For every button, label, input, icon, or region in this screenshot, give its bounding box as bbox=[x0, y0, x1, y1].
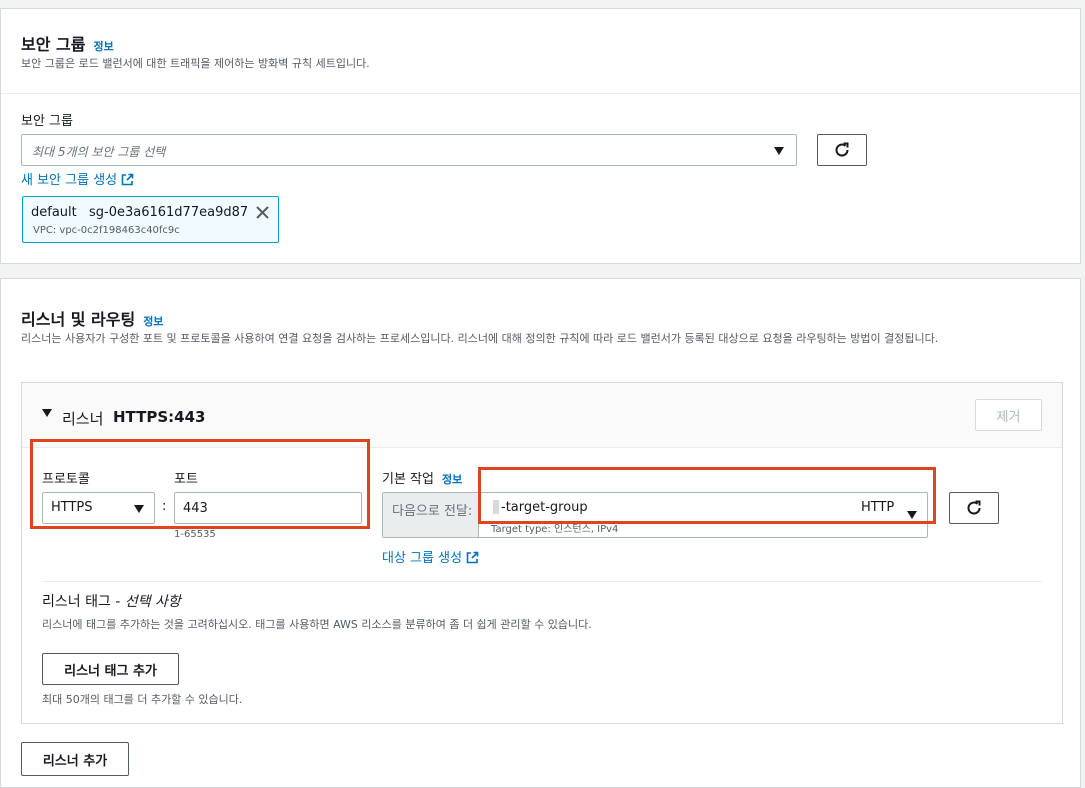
listeners-info-link[interactable]: 정보 bbox=[143, 315, 163, 328]
remove-listener-button[interactable]: 제거 bbox=[975, 399, 1042, 431]
security-group-title: 보안 그룹 bbox=[21, 35, 86, 54]
security-group-info-link[interactable]: 정보 bbox=[93, 40, 113, 53]
add-listener-tag-button[interactable]: 리스너 태그 추가 bbox=[42, 653, 179, 685]
listener-tags-optional: 선택 사항 bbox=[124, 594, 181, 610]
refresh-icon bbox=[967, 500, 981, 515]
security-group-token: default sg-0e3a6161d77ea9d87 VPC: vpc-0c… bbox=[22, 196, 279, 243]
listeners-title: 리스너 및 라우팅 bbox=[21, 310, 136, 329]
divider bbox=[42, 581, 1042, 582]
security-group-placeholder: 최대 5개의 보안 그룹 선택 bbox=[32, 145, 166, 159]
port-hint: 1-65535 bbox=[174, 529, 216, 540]
close-icon[interactable] bbox=[255, 205, 270, 220]
default-action-label: 기본 작업 bbox=[382, 472, 434, 487]
listener-tags-description: 리스너에 태그를 추가하는 것을 고려하십시오. 태그를 사용하면 AWS 리소… bbox=[42, 618, 592, 631]
create-security-group-label: 새 보안 그룹 생성 bbox=[21, 173, 118, 188]
create-target-group-label: 대상 그룹 생성 bbox=[382, 551, 463, 566]
token-vpc: VPC: vpc-0c2f198463c40fc9c bbox=[33, 225, 180, 236]
divider bbox=[1, 93, 1080, 94]
forward-to-addon: 다음으로 전달: bbox=[383, 493, 479, 537]
listeners-header: 리스너 및 라우팅 정보 bbox=[21, 306, 163, 330]
token-id: sg-0e3a6161d77ea9d87 bbox=[89, 205, 249, 220]
create-target-group-link[interactable]: 대상 그룹 생성 bbox=[382, 547, 479, 566]
security-group-panel: 보안 그룹 정보 보안 그룹은 로드 밸런서에 대한 트래픽을 제어하는 방화벽 … bbox=[0, 8, 1081, 264]
listener-tags-title: 리스너 태그 - bbox=[42, 594, 125, 610]
refresh-target-groups-button[interactable] bbox=[949, 492, 999, 524]
security-group-description: 보안 그룹은 로드 밸런서에 대한 트래픽을 제어하는 방화벽 규칙 세트입니다… bbox=[21, 57, 370, 70]
security-group-select[interactable]: 최대 5개의 보안 그룹 선택 bbox=[21, 134, 797, 166]
listeners-panel: 리스너 및 라우팅 정보 리스너는 사용자가 구성한 포트 및 프로토콜을 사용하… bbox=[0, 278, 1081, 788]
forward-to-label: 다음으로 전달: bbox=[392, 504, 473, 519]
listeners-description: 리스너는 사용자가 구성한 포트 및 프로토콜을 사용하여 연결 요청을 검사하… bbox=[21, 332, 939, 345]
default-action-header: 기본 작업 정보 bbox=[382, 468, 462, 487]
listener-tags-header: 리스너 태그 - 선택 사항 bbox=[42, 591, 181, 611]
default-action-info-link[interactable]: 정보 bbox=[442, 473, 462, 486]
target-group-highlight bbox=[478, 467, 936, 524]
listener-card: 리스너 HTTPS:443 제거 프로토콜 HTTPS : 포트 443 1-6… bbox=[21, 382, 1063, 724]
token-name: default bbox=[31, 205, 77, 220]
tag-limit-note: 최대 50개의 태그를 더 추가할 수 있습니다. bbox=[42, 693, 243, 706]
refresh-security-groups-button[interactable] bbox=[817, 134, 867, 166]
security-group-field-label: 보안 그룹 bbox=[21, 114, 73, 129]
protocol-port-highlight bbox=[30, 439, 370, 529]
caret-down-icon[interactable] bbox=[42, 409, 52, 417]
external-link-icon bbox=[121, 173, 134, 186]
create-security-group-link[interactable]: 새 보안 그룹 생성 bbox=[21, 169, 134, 188]
listener-name: HTTPS:443 bbox=[113, 408, 206, 426]
refresh-icon bbox=[835, 142, 849, 157]
external-link-icon bbox=[466, 551, 479, 564]
listener-label: 리스너 bbox=[62, 410, 104, 428]
add-listener-button[interactable]: 리스너 추가 bbox=[21, 742, 129, 776]
security-group-header: 보안 그룹 정보 bbox=[21, 31, 114, 55]
caret-down-icon bbox=[774, 147, 784, 155]
